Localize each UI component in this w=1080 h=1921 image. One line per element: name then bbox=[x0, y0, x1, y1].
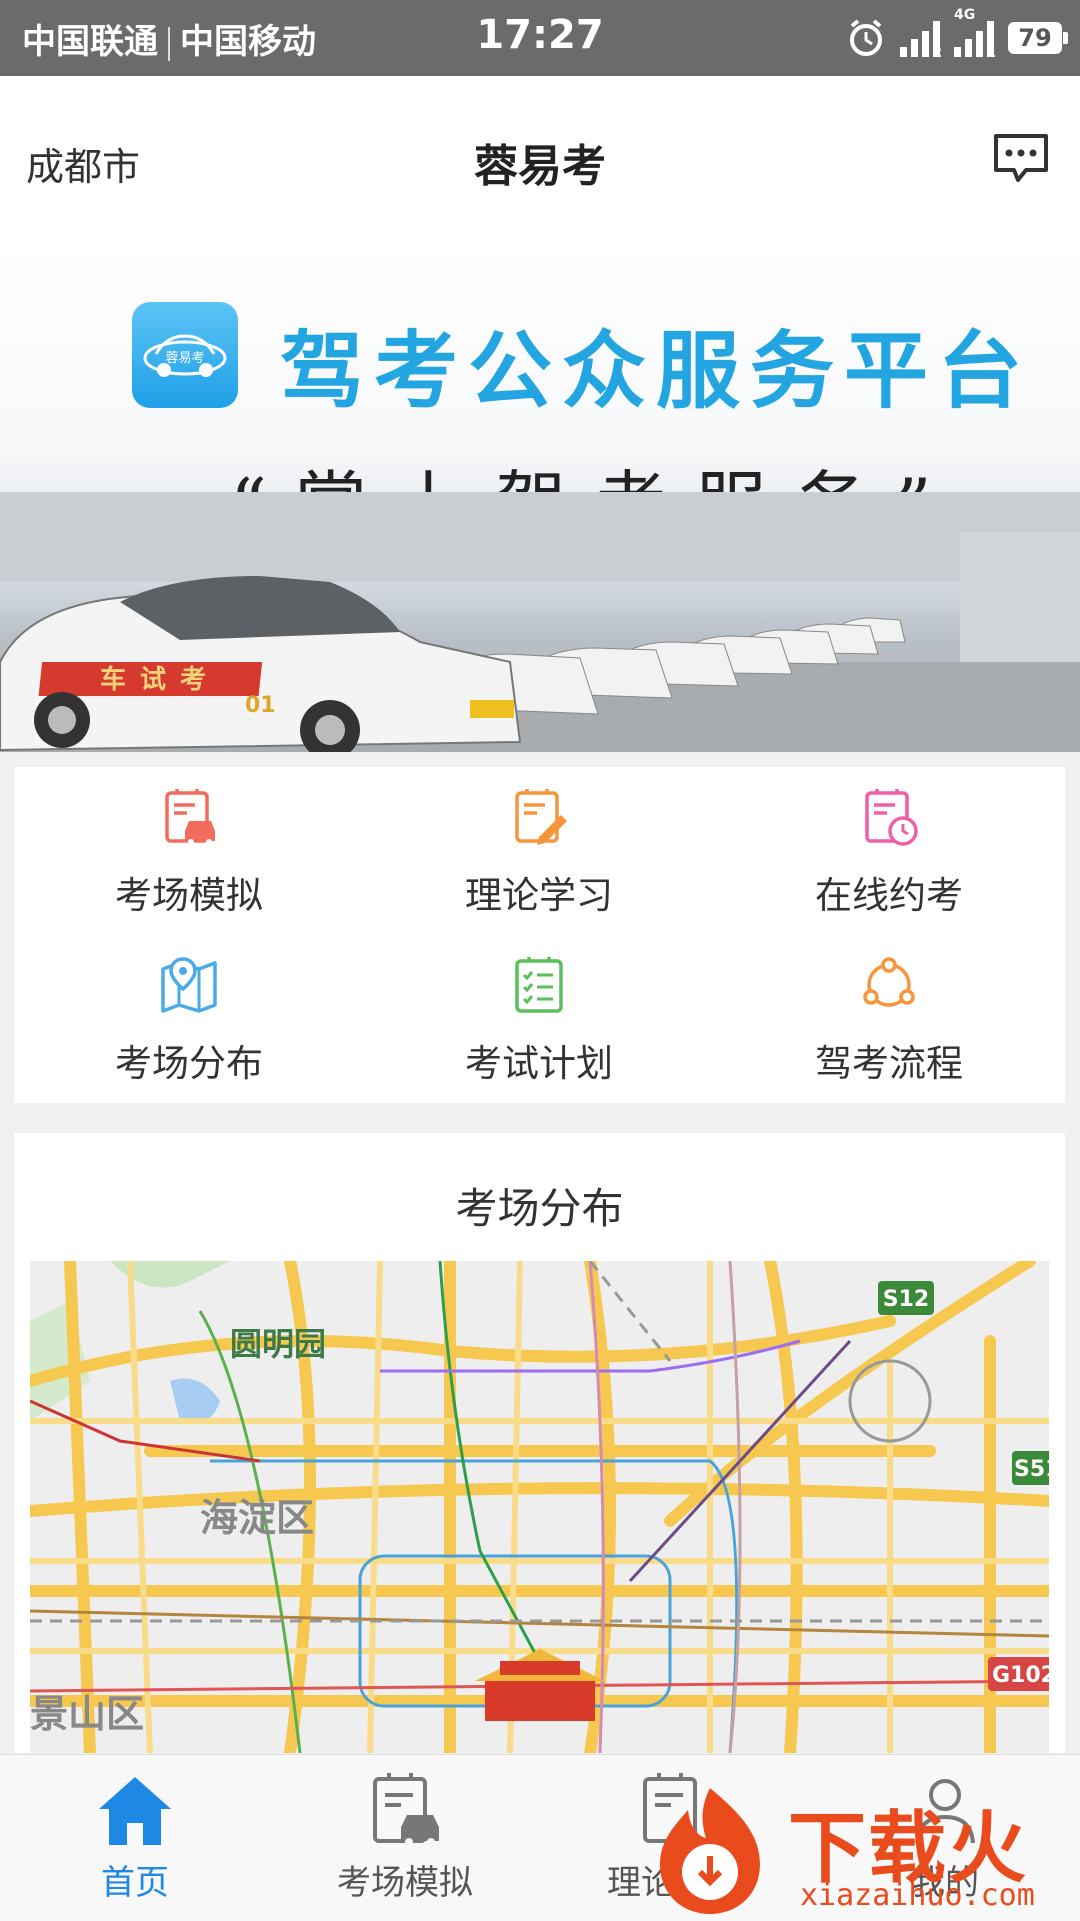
exam-site-map[interactable]: 圆明园 海淀区 景山区 S12 S51 G102 bbox=[30, 1261, 1049, 1753]
quick-menu: 考场模拟 理论学习 在线约考 考场分布 考试计划 驾考流程 bbox=[14, 767, 1065, 1103]
sim-2-label: 2 bbox=[932, 45, 942, 61]
clipboard-car-icon bbox=[373, 1773, 439, 1846]
banner-headline: 驾考公众服务平台 bbox=[280, 322, 1033, 420]
clipboard-car-icon bbox=[165, 789, 215, 845]
battery-icon: 79 bbox=[1008, 22, 1068, 54]
sim-1-label: 1 bbox=[986, 45, 996, 61]
menu-item-label: 考场模拟 bbox=[115, 874, 263, 917]
menu-item-label: 驾考流程 bbox=[815, 1042, 963, 1085]
clipboard-clock-icon bbox=[865, 789, 918, 846]
map-label-g102: G102 bbox=[992, 1663, 1049, 1688]
car-number: 01 bbox=[245, 693, 276, 718]
home-icon bbox=[99, 1777, 171, 1845]
menu-item-label: 在线约考 bbox=[815, 874, 963, 917]
watermark-url: xiazaihuo.com bbox=[800, 1878, 1035, 1913]
menu-item-label: 考试计划 bbox=[465, 1042, 613, 1085]
signal-4g-sim1-icon: 4G 1 bbox=[954, 7, 996, 61]
exam-cars-illustration: 车试考 01 bbox=[0, 492, 1080, 752]
app-header: 成都市 蓉易考 bbox=[0, 76, 1080, 242]
menu-item-exam-plan[interactable]: 考试计划 bbox=[364, 935, 714, 1103]
tab-exam-simulation[interactable]: 考场模拟 bbox=[270, 1755, 540, 1921]
menu-item-exam-sites[interactable]: 考场分布 bbox=[14, 935, 364, 1103]
app-logo: 蓉易考 bbox=[132, 302, 238, 408]
menu-item-label: 理论学习 bbox=[465, 874, 613, 917]
status-bar: 中国联通 中国移动 17:27 2 4G 1 79 bbox=[0, 0, 1080, 76]
map-pin-icon bbox=[161, 957, 217, 1013]
menu-item-theory-study[interactable]: 理论学习 bbox=[364, 767, 714, 935]
chat-bubble-icon[interactable] bbox=[992, 132, 1050, 184]
status-icons: 2 4G 1 79 bbox=[846, 7, 1068, 62]
map-section-title: 考场分布 bbox=[455, 1184, 624, 1233]
map-label-s12: S12 bbox=[883, 1287, 929, 1312]
map-canvas: 圆明园 海淀区 景山区 S12 S51 G102 bbox=[30, 1261, 1049, 1753]
menu-item-exam-process[interactable]: 驾考流程 bbox=[714, 935, 1064, 1103]
watermark-xiazaihuo: 下载火 xiazaihuo.com bbox=[640, 1780, 1080, 1920]
map-label-s51: S51 bbox=[1014, 1457, 1049, 1482]
car-logo-icon: 蓉易考 bbox=[143, 334, 227, 377]
tab-label: 首页 bbox=[101, 1863, 169, 1903]
signal-sim2-icon: 2 bbox=[900, 19, 942, 61]
alarm-clock-icon bbox=[850, 19, 882, 56]
tab-label: 考场模拟 bbox=[337, 1863, 473, 1903]
exam-site-map-section: 考场分布 圆明园 海淀区 景山区 S12 S5 G102 bbox=[14, 1133, 1065, 1753]
flame-logo-icon bbox=[660, 1788, 760, 1914]
menu-item-exam-simulation[interactable]: 考场模拟 bbox=[14, 767, 364, 935]
map-label-jingshan: 景山区 bbox=[30, 1692, 144, 1736]
app-title: 蓉易考 bbox=[474, 141, 606, 192]
tab-home[interactable]: 首页 bbox=[0, 1755, 270, 1921]
map-label-haidian: 海淀区 bbox=[200, 1496, 314, 1540]
menu-item-label: 考场分布 bbox=[115, 1042, 263, 1085]
logo-text: 蓉易考 bbox=[165, 351, 204, 366]
process-cycle-icon bbox=[863, 957, 915, 1007]
menu-item-online-booking[interactable]: 在线约考 bbox=[714, 767, 1064, 935]
car-side-text: 车试考 bbox=[100, 664, 220, 695]
clipboard-pencil-icon bbox=[515, 789, 567, 845]
network-type-label: 4G bbox=[954, 7, 976, 23]
map-label-yuanmingyuan: 圆明园 bbox=[230, 1325, 326, 1363]
checklist-icon bbox=[515, 957, 563, 1013]
promo-banner[interactable]: 蓉易考 驾考公众服务平台 “掌上驾考服务” 车试考 01 bbox=[0, 242, 1080, 752]
